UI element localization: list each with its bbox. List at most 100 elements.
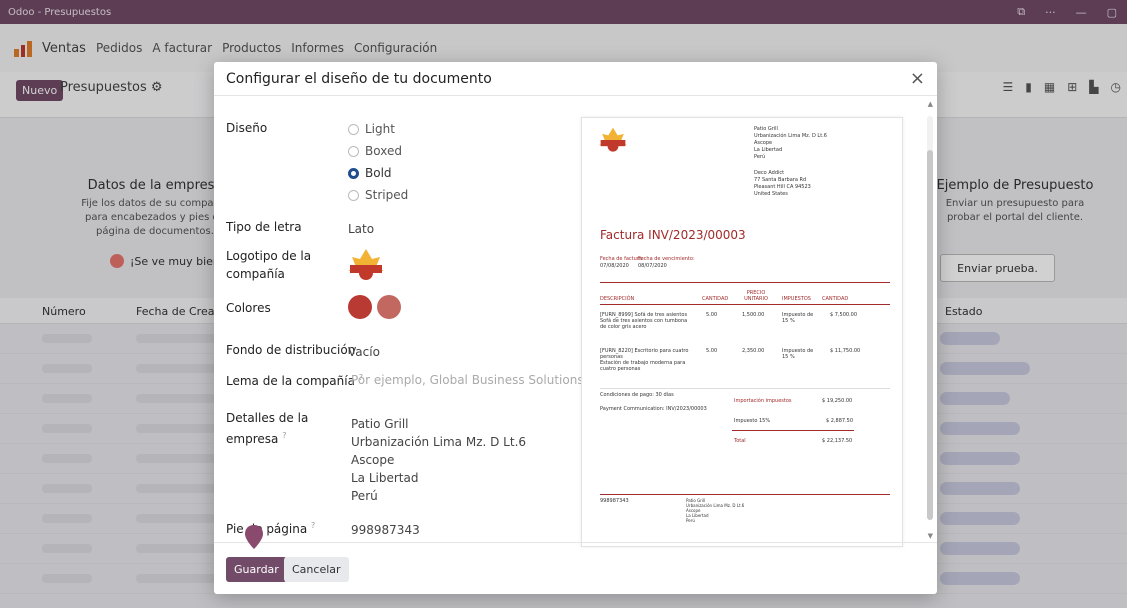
- company-details-line: Perú: [351, 489, 378, 503]
- preview-total-label: Total: [734, 438, 746, 444]
- dialog-title: Configurar el diseño de tu documento: [226, 71, 492, 87]
- font-select[interactable]: Lato: [348, 220, 374, 238]
- preview-address-line: Pleasant Hill CA 94523: [754, 184, 811, 190]
- background-label: Fondo de distribución: [226, 343, 356, 357]
- tagline-input[interactable]: Por ejemplo, Global Business Solutions: [351, 371, 584, 389]
- company-details-line: Urbanización Lima Mz. D Lt.6: [351, 435, 527, 449]
- preview-cell: Estación de trabajo moderna para cuatro …: [600, 360, 686, 372]
- preview-untaxed-value: $ 19,250.00: [822, 398, 853, 404]
- scroll-down-icon[interactable]: ▼: [928, 532, 933, 540]
- company-logo-image[interactable]: [344, 247, 388, 283]
- dialog-body: Diseño Light Boxed Bold Striped Tipo de …: [214, 97, 937, 547]
- preview-row-tax: Impuesto de 15 %: [782, 348, 814, 360]
- layout-option-bold[interactable]: Bold: [348, 166, 392, 180]
- preview-address-line: Deco Addict: [754, 170, 785, 176]
- scroll-thumb[interactable]: [927, 150, 933, 520]
- preview-col-amount: CANTIDAD: [822, 296, 849, 302]
- preview-date-value: 07/08/2020: [600, 263, 629, 269]
- preview-col-desc: DESCRIPCIÓN: [600, 296, 635, 302]
- tagline-label-text: Lema de la compañía: [226, 374, 355, 388]
- preview-row-tax: Impuesto de 15 %: [782, 312, 814, 324]
- preview-cell: de color gris acero: [600, 324, 647, 330]
- dialog-footer: Guardar Cancelar: [214, 542, 937, 594]
- preview-divider: [600, 304, 890, 305]
- radio-selected-icon: [348, 167, 359, 179]
- preview-row-price: 1,500.00: [742, 312, 765, 318]
- close-icon[interactable]: ×: [910, 68, 925, 89]
- preview-total-value: $ 22,137.50: [822, 438, 853, 444]
- preview-divider: [732, 430, 854, 431]
- preview-divider: [600, 388, 890, 389]
- layout-option-label: Boxed: [365, 144, 402, 158]
- preview-address-line: United States: [754, 191, 788, 197]
- background-select[interactable]: Vacío: [348, 343, 380, 361]
- preview-due-label: Fecha de vencimiento:: [638, 256, 695, 262]
- company-details-line: Patio Grill: [351, 417, 409, 431]
- preview-row-price: 2,350.00: [742, 348, 765, 354]
- preview-address-line: 77 Santa Barbara Rd: [754, 177, 807, 183]
- radio-icon: [348, 145, 359, 157]
- cursor-pin-icon: [245, 525, 263, 549]
- preview-divider: [600, 282, 890, 283]
- layout-option-label: Light: [365, 122, 395, 136]
- preview-footer-phone: 998987343: [600, 498, 629, 504]
- layout-option-boxed[interactable]: Boxed: [348, 144, 402, 158]
- company-details-field[interactable]: Patio Grill Urbanización Lima Mz. D Lt.6…: [351, 415, 526, 505]
- layout-label: Diseño: [226, 121, 268, 135]
- preview-untaxed-label: Importación impuestos: [734, 398, 792, 404]
- preview-row-qty: 5.00: [706, 348, 718, 354]
- company-details-label-line2: empresa: [226, 432, 279, 446]
- cancel-button[interactable]: Cancelar: [284, 557, 349, 582]
- save-button[interactable]: Guardar: [226, 557, 287, 582]
- company-details-line: La Libertad: [351, 471, 419, 485]
- layout-option-striped[interactable]: Striped: [348, 188, 408, 202]
- preview-address-line: La Libertad: [754, 147, 783, 153]
- logo-label: Logotipo de la compañía: [226, 247, 311, 283]
- preview-invoice-title: Factura INV/2023/00003: [600, 228, 746, 242]
- logo-label-line1: Logotipo de la: [226, 249, 312, 263]
- document-preview: Patio Grill Urbanización Lima Mz. D Lt.6…: [581, 117, 903, 547]
- preview-col-qty: CANTIDAD: [702, 296, 729, 302]
- help-icon[interactable]: ?: [282, 431, 286, 440]
- preview-address-line: Ascope: [754, 140, 773, 146]
- preview-logo-image: [599, 127, 627, 152]
- preview-col-price: PRECIO UNITARIO: [744, 290, 768, 302]
- dialog-scrollbar[interactable]: ▲ ▼: [925, 100, 933, 540]
- preview-due-value: 08/07/2020: [638, 263, 667, 269]
- preview-row-desc: [FURN_8999] Sofá de tres asientos Sofá d…: [600, 312, 695, 330]
- scroll-up-icon[interactable]: ▲: [928, 100, 933, 108]
- document-layout-dialog: Configurar el diseño de tu documento × D…: [214, 62, 937, 594]
- preview-row-amount: $ 7,500.00: [830, 312, 858, 318]
- colors-label: Colores: [226, 301, 271, 315]
- preview-row-amount: $ 11,750.00: [830, 348, 861, 354]
- help-icon[interactable]: ?: [311, 521, 315, 530]
- preview-row-qty: 5.00: [706, 312, 718, 318]
- preview-customer-address: Deco Addict 77 Santa Barbara Rd Pleasant…: [754, 170, 811, 198]
- dialog-header: Configurar el diseño de tu documento ×: [214, 62, 937, 96]
- preview-address-line: Perú: [686, 518, 695, 523]
- preview-row-desc: [FURN_8220] Escritorio para cuatro perso…: [600, 348, 695, 372]
- preview-terms: Condiciones de pago: 30 días: [600, 392, 674, 398]
- preview-tax-value: $ 2,887.50: [826, 418, 854, 424]
- footer-field[interactable]: 998987343: [351, 521, 420, 539]
- company-details-label-line1: Detalles de la: [226, 411, 309, 425]
- primary-color-swatch[interactable]: [348, 295, 372, 319]
- layout-option-label: Striped: [365, 188, 409, 202]
- footer-label-text: Pie de página: [226, 522, 308, 536]
- footer-label: Pie de página ?: [226, 517, 315, 538]
- preview-address-line: Perú: [754, 154, 766, 160]
- company-details-line: Ascope: [351, 453, 395, 467]
- preview-payment-communication: Payment Communication: INV/2023/00003: [600, 406, 707, 412]
- company-details-label: Detalles de la empresa ?: [226, 409, 308, 448]
- preview-col-tax: IMPUESTOS: [782, 296, 811, 302]
- tagline-label: Lema de la compañía ?: [226, 369, 363, 390]
- radio-icon: [348, 123, 359, 135]
- radio-icon: [348, 189, 359, 201]
- layout-option-light[interactable]: Light: [348, 122, 395, 136]
- preview-address-line: Patio Grill: [754, 126, 778, 132]
- preview-footer-divider: [600, 494, 890, 495]
- logo-label-line2: compañía: [226, 267, 285, 281]
- font-label: Tipo de letra: [226, 220, 302, 234]
- preview-address-line: Urbanización Lima Mz. D Lt.6: [754, 133, 827, 139]
- secondary-color-swatch[interactable]: [377, 295, 401, 319]
